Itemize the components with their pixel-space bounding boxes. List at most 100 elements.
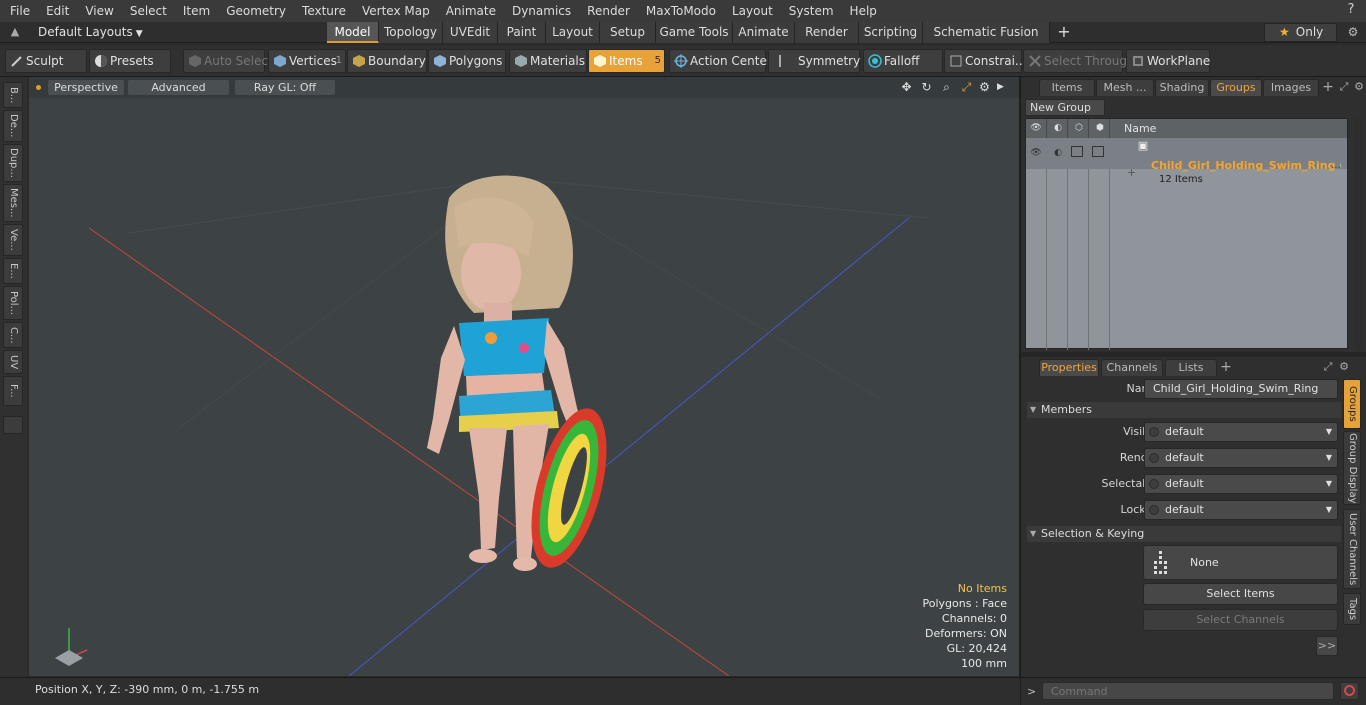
gear-icon[interactable]: ⚙ xyxy=(1346,25,1360,39)
tab-paint[interactable]: Paint xyxy=(498,22,546,43)
items-button[interactable]: Items 5 xyxy=(588,49,665,73)
menu-maxtomodo[interactable]: MaxToModo xyxy=(636,4,722,18)
layout-expand-icon[interactable]: ▲ xyxy=(8,25,22,39)
menu-dynamics[interactable]: Dynamics xyxy=(502,4,577,18)
panel-gear-icon[interactable]: ⚙ xyxy=(1337,360,1351,374)
panel-gear-icon[interactable]: ⚙ xyxy=(1352,80,1366,94)
tab-setup[interactable]: Setup xyxy=(600,22,656,43)
sculpt-button[interactable]: Sculpt xyxy=(5,49,87,73)
menu-render[interactable]: Render xyxy=(577,4,636,18)
tab-scripting[interactable]: Scripting xyxy=(859,22,923,43)
tab-items[interactable]: Items xyxy=(1039,79,1095,96)
tab-topology[interactable]: Topology xyxy=(379,22,443,43)
side-tab-groups[interactable]: Groups xyxy=(1343,379,1361,429)
side-tab-user-channels[interactable]: User Channels xyxy=(1343,509,1361,589)
vertices-button[interactable]: Vertices 1 xyxy=(268,49,346,73)
left-tab-duplicate[interactable]: Dup... xyxy=(3,144,23,182)
zoom-view-icon[interactable]: ⌕ xyxy=(939,80,954,95)
boundary-button[interactable]: Boundary xyxy=(347,49,427,73)
menu-file[interactable]: File xyxy=(0,4,36,18)
falloff-button[interactable]: Falloff xyxy=(863,49,943,73)
menu-geometry[interactable]: Geometry xyxy=(216,4,292,18)
advanced-button[interactable]: Advanced xyxy=(128,80,229,95)
move-view-icon[interactable]: ✥ xyxy=(899,80,914,95)
select-through-button[interactable]: Select Through xyxy=(1023,49,1135,73)
visible-dropdown[interactable]: default ▼ xyxy=(1144,422,1338,442)
name-field[interactable]: Child_Girl_Holding_Swim_Ring (3) xyxy=(1144,379,1338,413)
left-tab-mesh[interactable]: Mes... xyxy=(3,184,23,222)
more-button[interactable]: >> xyxy=(1316,636,1338,656)
tab-groups[interactable]: Groups xyxy=(1210,79,1262,96)
auto-select-button[interactable]: Auto Select xyxy=(183,49,273,73)
constraints-button[interactable]: Constrai... xyxy=(944,49,1026,73)
layout-selector[interactable]: Default Layouts ▼ xyxy=(38,25,143,39)
menu-item[interactable]: Item xyxy=(173,4,216,18)
only-toggle[interactable]: ★ Only xyxy=(1264,23,1337,42)
left-tab-extra[interactable] xyxy=(3,416,23,434)
locked-dropdown[interactable]: default ▼ xyxy=(1144,500,1338,520)
menu-system[interactable]: System xyxy=(779,4,840,18)
presets-button[interactable]: Presets xyxy=(89,49,171,73)
maximize-view-icon[interactable]: ⤢ xyxy=(959,80,974,95)
tab-channels[interactable]: Channels xyxy=(1101,359,1163,376)
group-row[interactable]: 👁 ◐ + ▣ Child_Girl_Holding_Swim_Ring (..… xyxy=(1026,138,1347,185)
side-tab-tags[interactable]: Tags xyxy=(1343,593,1361,625)
menu-layout[interactable]: Layout xyxy=(722,4,779,18)
viewport-menu-arrow-icon[interactable]: ▶ xyxy=(993,80,1008,95)
tab-shading[interactable]: Shading xyxy=(1155,79,1209,96)
tab-render[interactable]: Render xyxy=(795,22,859,43)
selection-keying-section[interactable]: ▼ Selection & Keying xyxy=(1027,526,1341,542)
viewport-gear-icon[interactable]: ⚙ xyxy=(977,80,992,95)
character-model[interactable] xyxy=(427,175,621,576)
expand-icon[interactable]: + xyxy=(1127,166,1136,179)
tab-uvedit[interactable]: UVEdit xyxy=(443,22,498,43)
members-section[interactable]: ▼ Members xyxy=(1027,402,1341,418)
workplane-button[interactable]: WorkPlane xyxy=(1126,49,1210,73)
more-icon[interactable]: … xyxy=(1331,160,1341,171)
expand-panel-icon[interactable]: ⤢ xyxy=(1337,80,1351,94)
materials-button[interactable]: Materials xyxy=(509,49,587,73)
groups-scrollbar[interactable] xyxy=(1355,117,1363,349)
tab-properties[interactable]: Properties xyxy=(1039,359,1099,376)
tab-schematic-fusion[interactable]: Schematic Fusion xyxy=(923,22,1050,43)
selectable-dropdown[interactable]: default ▼ xyxy=(1144,474,1338,494)
rotate-view-icon[interactable]: ↻ xyxy=(919,80,934,95)
left-tab-polygon[interactable]: Pol... xyxy=(3,286,23,320)
menu-select[interactable]: Select xyxy=(120,4,173,18)
render-icon[interactable]: ◐ xyxy=(1051,146,1065,160)
left-tab-fusion[interactable]: F... xyxy=(3,376,23,406)
expand-panel-icon[interactable]: ⤢ xyxy=(1321,360,1335,374)
left-tab-curve[interactable]: C... xyxy=(3,322,23,348)
record-macro-button[interactable] xyxy=(1340,682,1359,700)
action-center-button[interactable]: Action Center xyxy=(669,49,772,73)
add-tab-icon[interactable]: + xyxy=(1055,22,1073,43)
tab-layout[interactable]: Layout xyxy=(546,22,600,43)
left-tab-vertex[interactable]: Ve... xyxy=(3,224,23,256)
left-tab-uv[interactable]: UV xyxy=(3,350,23,374)
tab-game-tools[interactable]: Game Tools xyxy=(656,22,733,43)
raygl-button[interactable]: Ray GL: Off xyxy=(235,80,335,95)
menu-help[interactable]: Help xyxy=(840,4,883,18)
select-channels-button[interactable]: Select Channels xyxy=(1143,609,1338,631)
add-tab-icon[interactable]: + xyxy=(1219,359,1233,375)
tab-lists[interactable]: Lists xyxy=(1165,359,1217,376)
menu-texture[interactable]: Texture xyxy=(292,4,352,18)
menu-view[interactable]: View xyxy=(75,4,119,18)
tab-model[interactable]: Model xyxy=(327,22,379,43)
left-tab-deform[interactable]: De... xyxy=(3,110,23,142)
polygons-button[interactable]: Polygons xyxy=(428,49,506,73)
perspective-button[interactable]: Perspective xyxy=(48,80,124,95)
eye-icon[interactable]: 👁 xyxy=(1029,146,1043,160)
left-tab-basic[interactable]: B... xyxy=(3,82,23,108)
name-column-header[interactable]: Name xyxy=(1124,119,1156,138)
lock-toggle-icon[interactable] xyxy=(1092,146,1104,157)
help-icon[interactable]: ? xyxy=(1344,3,1358,17)
menu-edit[interactable]: Edit xyxy=(36,4,75,18)
3d-viewport[interactable]: Perspective Advanced Ray GL: Off ✥ ↻ ⌕ ⤢… xyxy=(29,77,1019,676)
left-tab-edge[interactable]: E... xyxy=(3,258,23,284)
menu-vertex-map[interactable]: Vertex Map xyxy=(352,4,436,18)
side-tab-group-display[interactable]: Group Display xyxy=(1343,431,1361,505)
tab-mesh[interactable]: Mesh ... xyxy=(1096,79,1154,96)
tab-animate[interactable]: Animate xyxy=(733,22,795,43)
new-group-button[interactable]: New Group xyxy=(1025,99,1105,116)
